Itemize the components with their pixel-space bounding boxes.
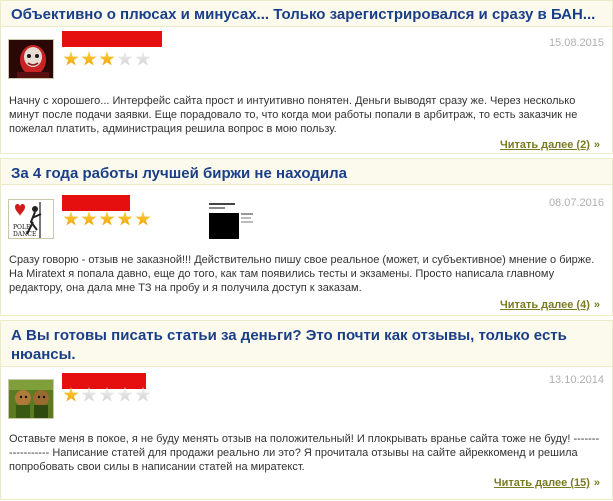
star-filled-icon <box>117 211 133 226</box>
review-text: Начну с хорошего... Интерфейс сайта прос… <box>9 95 578 135</box>
star-empty-icon <box>81 387 97 402</box>
review-date: 15.08.2015 <box>548 37 604 49</box>
avatar-caption: POLE DANCE <box>13 224 37 238</box>
avatar: POLE DANCE <box>8 199 54 239</box>
star-empty-icon <box>117 387 133 402</box>
double-chevron-right-icon: » <box>593 139 600 151</box>
star-filled-icon <box>99 51 115 66</box>
review-text: Сразу говорю - отзыв не заказной!!! Дейс… <box>9 254 595 294</box>
star-filled-icon <box>99 211 115 226</box>
author-name-redacted <box>62 31 162 47</box>
avatar <box>8 39 54 79</box>
read-more-label[interactable]: Читать далее (2) <box>500 139 590 151</box>
read-more-label[interactable]: Читать далее (15) <box>494 477 590 489</box>
read-more-label[interactable]: Читать далее (4) <box>500 299 590 311</box>
review-header: За 4 года работы лучшей биржи не находил… <box>1 159 612 185</box>
star-empty-icon <box>99 387 115 402</box>
review-header: А Вы готовы писать статьи за деньги? Это… <box>1 321 612 367</box>
review-text: Оставьте меня в покое, я не буду менять … <box>9 433 600 473</box>
star-filled-icon <box>81 211 97 226</box>
star-empty-icon <box>135 387 151 402</box>
star-empty-icon <box>135 51 151 66</box>
review-date: 08.07.2016 <box>548 197 604 209</box>
rating-stars <box>63 387 151 403</box>
review-date: 13.10.2014 <box>548 374 604 386</box>
star-filled-icon <box>63 387 79 402</box>
read-more-link[interactable]: Читать далее (4)» <box>500 299 600 311</box>
star-filled-icon <box>135 211 151 226</box>
star-filled-icon <box>81 51 97 66</box>
read-more-link[interactable]: Читать далее (15)» <box>494 477 600 489</box>
review-title-link[interactable]: За 4 года работы лучшей биржи не находил… <box>11 161 602 183</box>
star-filled-icon <box>63 211 79 226</box>
review-title-link[interactable]: Объективно о плюсах и минусах... Только … <box>11 3 602 24</box>
review-body: 15.08.2015 Начну с хорошего... Интерфейс… <box>1 27 612 154</box>
avatar <box>8 379 54 419</box>
review-card: А Вы готовы писать статьи за деньги? Это… <box>0 320 613 500</box>
read-more-link[interactable]: Читать далее (2)» <box>500 139 600 151</box>
star-filled-icon <box>63 51 79 66</box>
review-card: Объективно о плюсах и минусах... Только … <box>0 0 613 154</box>
review-header: Объективно о плюсах и минусах... Только … <box>1 1 612 27</box>
review-title-link[interactable]: А Вы готовы писать статьи за деньги? Это… <box>11 323 602 364</box>
star-empty-icon <box>117 51 133 66</box>
rating-stars <box>63 51 151 67</box>
double-chevron-right-icon: » <box>593 299 600 311</box>
review-card: За 4 года работы лучшей биржи не находил… <box>0 158 613 316</box>
review-body: 13.10.2014 Оставьте меня в покое, я не б… <box>1 367 612 500</box>
review-body: POLE DANCE 08.07.2016 Сразу говорю - отз… <box>1 185 612 316</box>
double-chevron-right-icon: » <box>593 477 600 489</box>
attachment-thumbnail[interactable] <box>207 201 255 239</box>
rating-stars <box>63 211 151 227</box>
author-name-redacted <box>62 195 130 211</box>
